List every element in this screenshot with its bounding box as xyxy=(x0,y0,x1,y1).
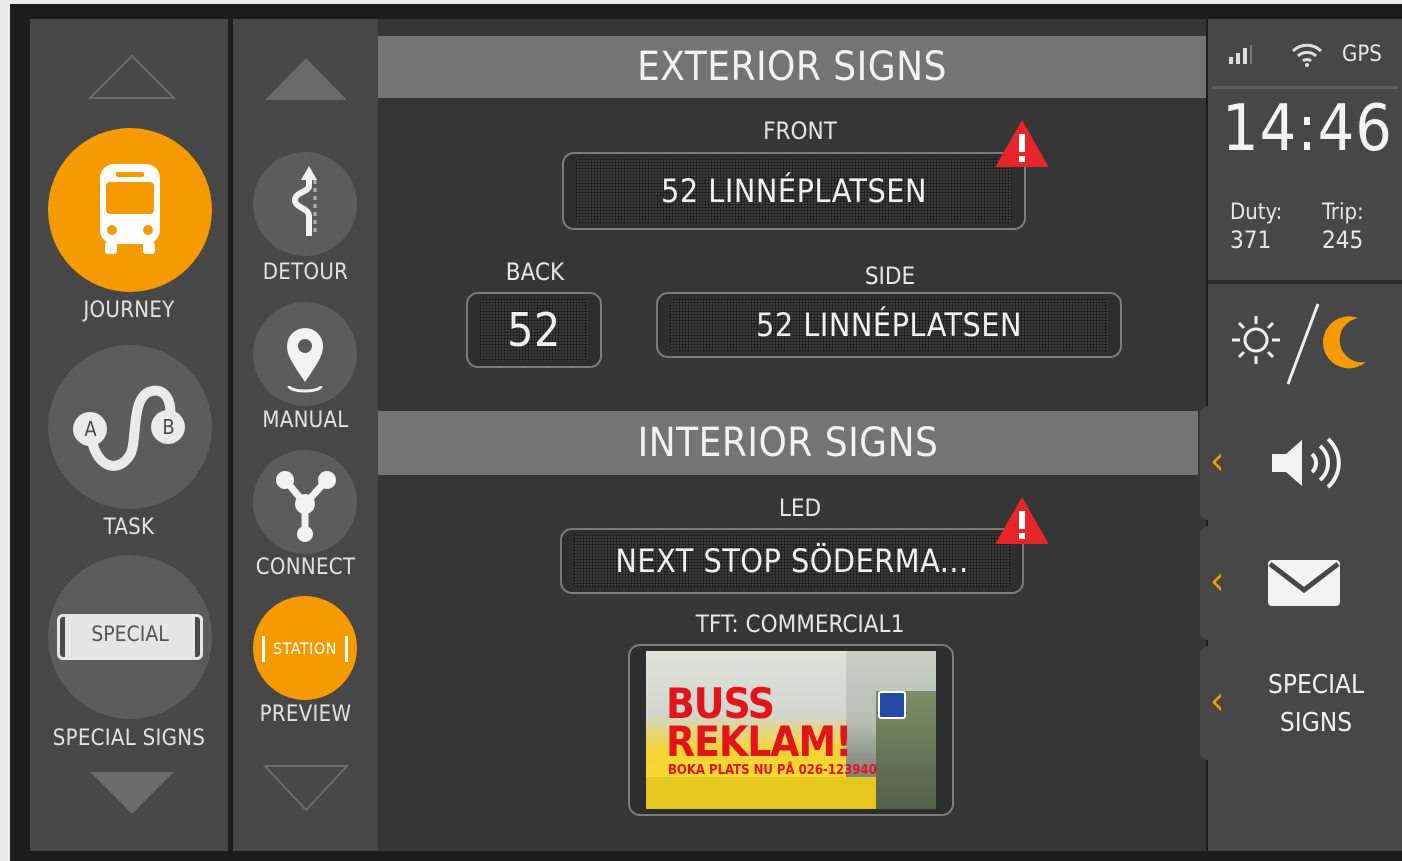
special-button-text: SPECIAL xyxy=(91,622,169,646)
special-signs-label: SPECIAL SIGNS xyxy=(52,726,206,751)
sun-moon-icon xyxy=(1232,303,1366,385)
special-sign-icon: SPECIAL xyxy=(57,614,203,660)
gps-label: GPS xyxy=(1342,42,1382,67)
task-label: TASK xyxy=(103,515,155,540)
side-sign[interactable]: 52 LINNÉPLATSEN xyxy=(656,292,1122,358)
ad-headline-2: REKLAM! xyxy=(666,717,852,766)
back-sign-text: 52 xyxy=(480,299,588,361)
special-signs-button[interactable]: SPECIAL xyxy=(48,555,212,719)
messages-button[interactable]: ‹ xyxy=(1200,526,1402,640)
ad-image: BUSS REKLAM! BOKA PLATS NU PÅ 026-123940 xyxy=(646,651,936,809)
day-night-toggle[interactable] xyxy=(1208,284,1402,402)
station-sign-icon: STATION xyxy=(262,636,348,662)
scroll-up-arrow-primary[interactable] xyxy=(88,52,176,100)
task-point-a: A xyxy=(84,417,97,441)
chevron-left-icon: ‹ xyxy=(1210,678,1225,724)
chevron-left-icon: ‹ xyxy=(1210,558,1225,604)
speaker-icon xyxy=(1272,437,1341,489)
scroll-up-arrow-secondary[interactable] xyxy=(263,54,349,102)
special-signs-side-button[interactable]: ‹ SPECIAL SIGNS xyxy=(1200,646,1402,760)
bus-icon xyxy=(100,164,160,254)
front-sign[interactable]: 52 LINNÉPLATSEN xyxy=(562,152,1026,230)
exterior-signs-header: EXTERIOR SIGNS xyxy=(378,36,1206,98)
manual-button[interactable] xyxy=(253,302,357,406)
led-sign[interactable]: NEXT STOP SÖDERMA... xyxy=(560,528,1024,594)
task-point-b: B xyxy=(162,415,175,439)
interior-signs-header: INTERIOR SIGNS xyxy=(378,411,1198,475)
task-button[interactable]: A B xyxy=(48,345,212,509)
connect-label: CONNECT xyxy=(255,555,356,580)
front-label: FRONT xyxy=(763,117,837,145)
logo-icon xyxy=(878,691,906,719)
envelope-icon xyxy=(1268,560,1340,606)
volume-button[interactable]: ‹ xyxy=(1200,406,1402,520)
journey-button[interactable] xyxy=(48,128,212,292)
warning-icon[interactable] xyxy=(995,120,1049,168)
wifi-icon xyxy=(1291,43,1323,67)
back-label: BACK xyxy=(505,258,565,286)
trip-value: 245 xyxy=(1322,226,1364,254)
side-sign-text: 52 LINNÉPLATSEN xyxy=(670,299,1108,351)
scroll-down-arrow-primary[interactable] xyxy=(88,770,176,818)
signal-strength-icon xyxy=(1229,45,1252,64)
manual-label: MANUAL xyxy=(262,408,349,433)
route-ab-icon xyxy=(73,385,185,471)
led-label: LED xyxy=(778,494,822,522)
connect-button[interactable] xyxy=(253,450,357,554)
special-signs-line1: SPECIAL xyxy=(1268,670,1364,700)
tft-label: TFT: COMMERCIAL1 xyxy=(695,610,905,638)
detour-button[interactable] xyxy=(253,152,357,256)
ad-subline: BOKA PLATS NU PÅ 026-123940 xyxy=(668,763,877,778)
warning-icon[interactable] xyxy=(995,497,1049,545)
clock: 14:46 xyxy=(1222,92,1393,166)
station-badge: STATION xyxy=(273,639,337,658)
duty-value: 371 xyxy=(1230,226,1272,254)
led-sign-text: NEXT STOP SÖDERMA... xyxy=(574,535,1010,587)
special-signs-line2: SIGNS xyxy=(1279,708,1353,738)
preview-button[interactable]: STATION xyxy=(253,596,357,700)
scroll-down-arrow-secondary[interactable] xyxy=(263,764,349,814)
connect-node-icon xyxy=(276,471,336,542)
journey-label: JOURNEY xyxy=(83,298,175,323)
tft-screen[interactable]: BUSS REKLAM! BOKA PLATS NU PÅ 026-123940 xyxy=(628,644,954,816)
trip-label: Trip: xyxy=(1322,200,1364,225)
back-sign[interactable]: 52 xyxy=(466,292,602,368)
preview-label: PREVIEW xyxy=(259,702,352,727)
detour-icon xyxy=(291,166,317,236)
chevron-left-icon: ‹ xyxy=(1210,438,1225,484)
front-sign-text: 52 LINNÉPLATSEN xyxy=(576,159,1012,223)
side-label: SIDE xyxy=(864,262,916,290)
duty-label: Duty: xyxy=(1230,200,1283,225)
location-pin-icon xyxy=(287,328,323,393)
detour-label: DETOUR xyxy=(262,260,349,285)
